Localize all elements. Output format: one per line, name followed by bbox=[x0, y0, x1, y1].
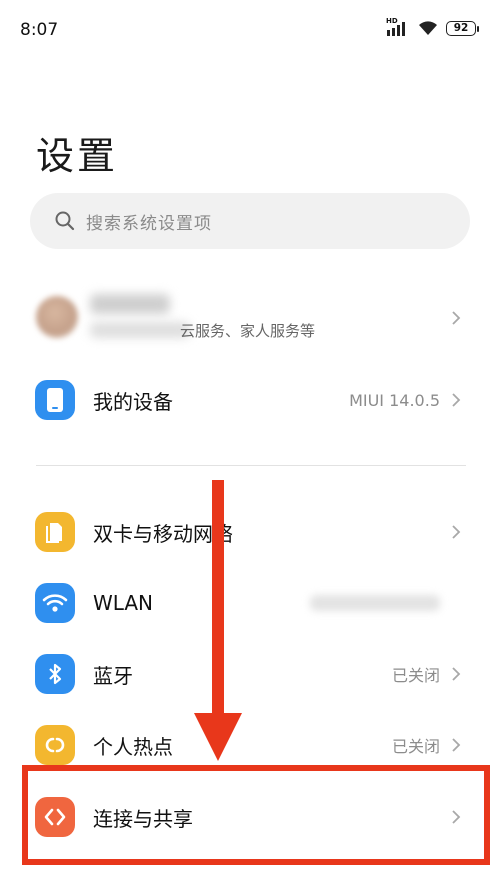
chevron-right-icon bbox=[452, 667, 461, 681]
bluetooth-icon bbox=[35, 654, 75, 694]
settings-item-dual-sim[interactable]: 双卡与移动网络 bbox=[30, 502, 470, 562]
chevron-right-icon bbox=[452, 738, 461, 752]
settings-item-value: 已关闭 bbox=[391, 666, 440, 685]
hotspot-icon bbox=[35, 725, 75, 765]
page-title: 设置 bbox=[36, 134, 119, 178]
settings-item-label: 个人热点 bbox=[93, 734, 173, 759]
settings-item-value: MIUI 14.0.5 bbox=[349, 390, 440, 410]
chevron-right-icon bbox=[452, 525, 461, 539]
battery-icon: 92 bbox=[446, 20, 479, 36]
settings-item-label: WLAN bbox=[93, 591, 154, 615]
signal-icon: HD bbox=[386, 17, 410, 36]
status-bar: 8:07 HD 92 bbox=[0, 0, 500, 60]
chevron-right-icon bbox=[452, 393, 461, 407]
sim-card-icon bbox=[35, 512, 75, 552]
wlan-network-redacted bbox=[310, 595, 440, 611]
account-subtitle: 云服务、家人服务等 bbox=[180, 322, 316, 340]
settings-item-label: 我的设备 bbox=[93, 389, 173, 414]
settings-item-value: 已关闭 bbox=[391, 737, 440, 756]
search-icon bbox=[55, 211, 75, 231]
annotation-highlight-box bbox=[22, 765, 490, 865]
settings-item-label: 蓝牙 bbox=[93, 663, 133, 688]
annotation-arrow-shaft bbox=[212, 480, 224, 720]
status-time: 8:07 bbox=[20, 20, 59, 40]
status-icons: HD 92 bbox=[386, 17, 479, 36]
search-bar[interactable]: 搜索系统设置项 bbox=[30, 193, 470, 249]
annotation-arrow-head bbox=[194, 713, 242, 761]
account-row[interactable]: 云服务、家人服务等 bbox=[30, 282, 470, 354]
settings-item-wlan[interactable]: WLAN bbox=[30, 573, 470, 633]
settings-item-bluetooth[interactable]: 蓝牙 已关闭 bbox=[30, 644, 470, 704]
battery-level: 92 bbox=[453, 22, 469, 34]
avatar bbox=[36, 296, 78, 338]
settings-item-my-device[interactable]: 我的设备 MIUI 14.0.5 bbox=[30, 370, 470, 430]
phone-icon bbox=[35, 380, 75, 420]
chevron-right-icon bbox=[452, 311, 461, 325]
wifi-status-icon bbox=[419, 21, 437, 35]
wifi-icon bbox=[35, 583, 75, 623]
account-name-redacted bbox=[90, 294, 170, 314]
search-placeholder: 搜索系统设置项 bbox=[86, 213, 212, 234]
account-info-redacted bbox=[90, 322, 190, 338]
divider bbox=[36, 465, 466, 466]
